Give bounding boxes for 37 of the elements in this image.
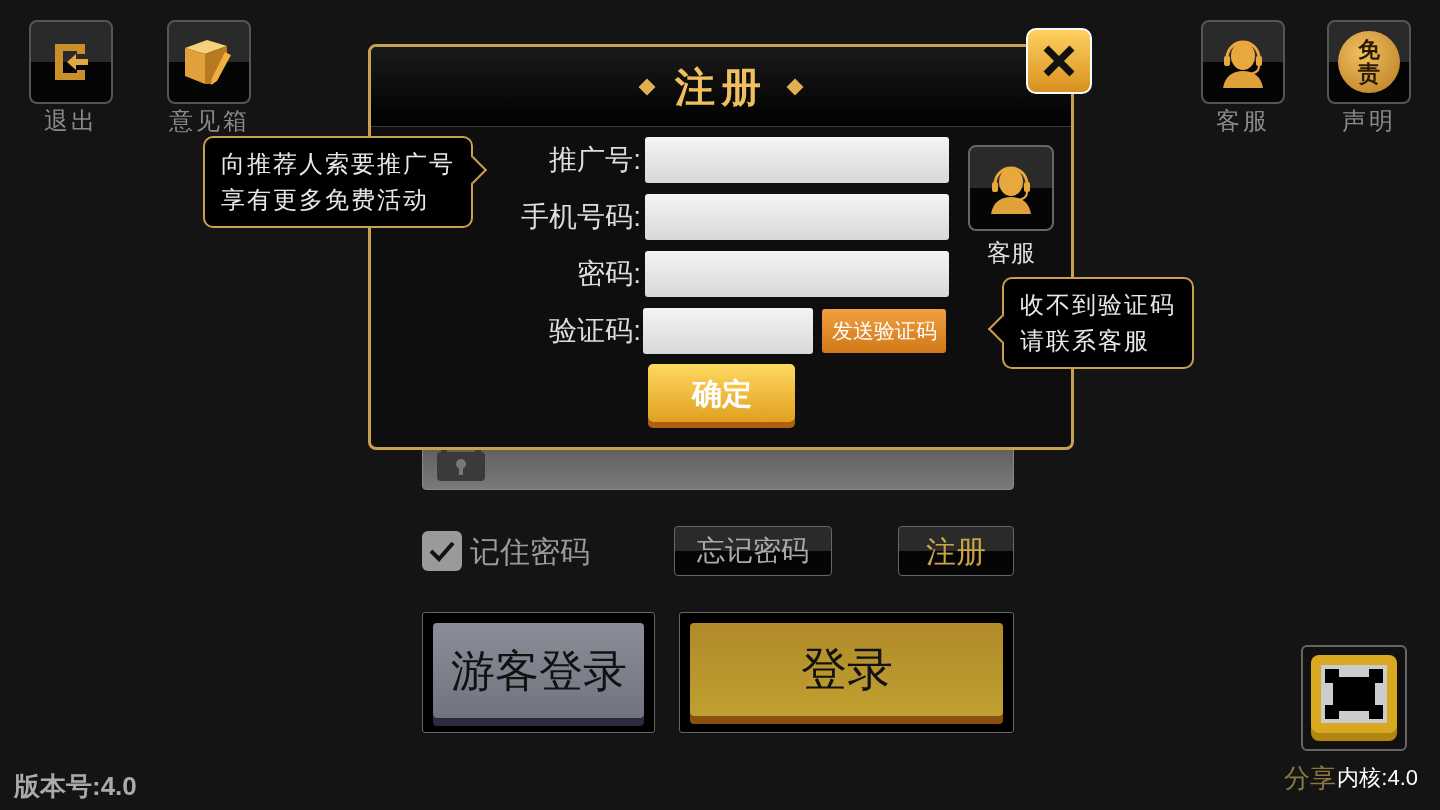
- close-icon: [1042, 44, 1076, 78]
- field-label: 手机号码:: [520, 200, 641, 234]
- tooltip-text: 请联系客服: [1020, 326, 1151, 356]
- forgot-password-button[interactable]: 忘记密码: [674, 526, 832, 576]
- icon-label: 退出: [44, 108, 98, 134]
- feedback-button[interactable]: [167, 20, 251, 104]
- service-label: 客服: [987, 238, 1035, 268]
- register-button[interactable]: 注册: [898, 526, 1014, 576]
- icon-label: 意见箱: [168, 108, 250, 134]
- remember-checkbox[interactable]: [422, 531, 462, 571]
- lock-icon: [437, 447, 485, 481]
- frame-icon: [1311, 655, 1397, 741]
- field-label: 推广号:: [548, 143, 641, 177]
- code-field[interactable]: [643, 308, 813, 354]
- seal-text: 免责: [1358, 37, 1380, 87]
- tooltip-text: 收不到验证码: [1020, 290, 1176, 320]
- service-button[interactable]: [968, 145, 1054, 231]
- share-label: 分享: [1284, 762, 1336, 795]
- tooltip-text: 享有更多免费活动: [221, 185, 430, 215]
- version-label: 版本号:4.0: [14, 770, 137, 803]
- share-code-button[interactable]: [1301, 645, 1407, 751]
- service-button[interactable]: [1201, 20, 1285, 104]
- field-label: 验证码:: [548, 314, 641, 348]
- input-field[interactable]: [645, 194, 949, 240]
- exit-button[interactable]: [29, 20, 113, 104]
- icon-label: 声明: [1342, 108, 1396, 134]
- check-icon: [429, 540, 455, 562]
- tooltip-text: 向推荐人索要推广号: [221, 149, 455, 179]
- close-button[interactable]: [1026, 28, 1092, 94]
- field-label: 密码:: [576, 257, 641, 291]
- remember-label: 记住密码: [470, 533, 590, 570]
- dialog-title: 注册: [675, 63, 767, 111]
- disclaimer-button[interactable]: 免责: [1327, 20, 1411, 104]
- input-field[interactable]: [645, 137, 949, 183]
- icon-label: 客服: [1216, 108, 1270, 134]
- kernel-version-label: 内核:4.0: [1337, 764, 1418, 792]
- input-field[interactable]: [645, 251, 949, 297]
